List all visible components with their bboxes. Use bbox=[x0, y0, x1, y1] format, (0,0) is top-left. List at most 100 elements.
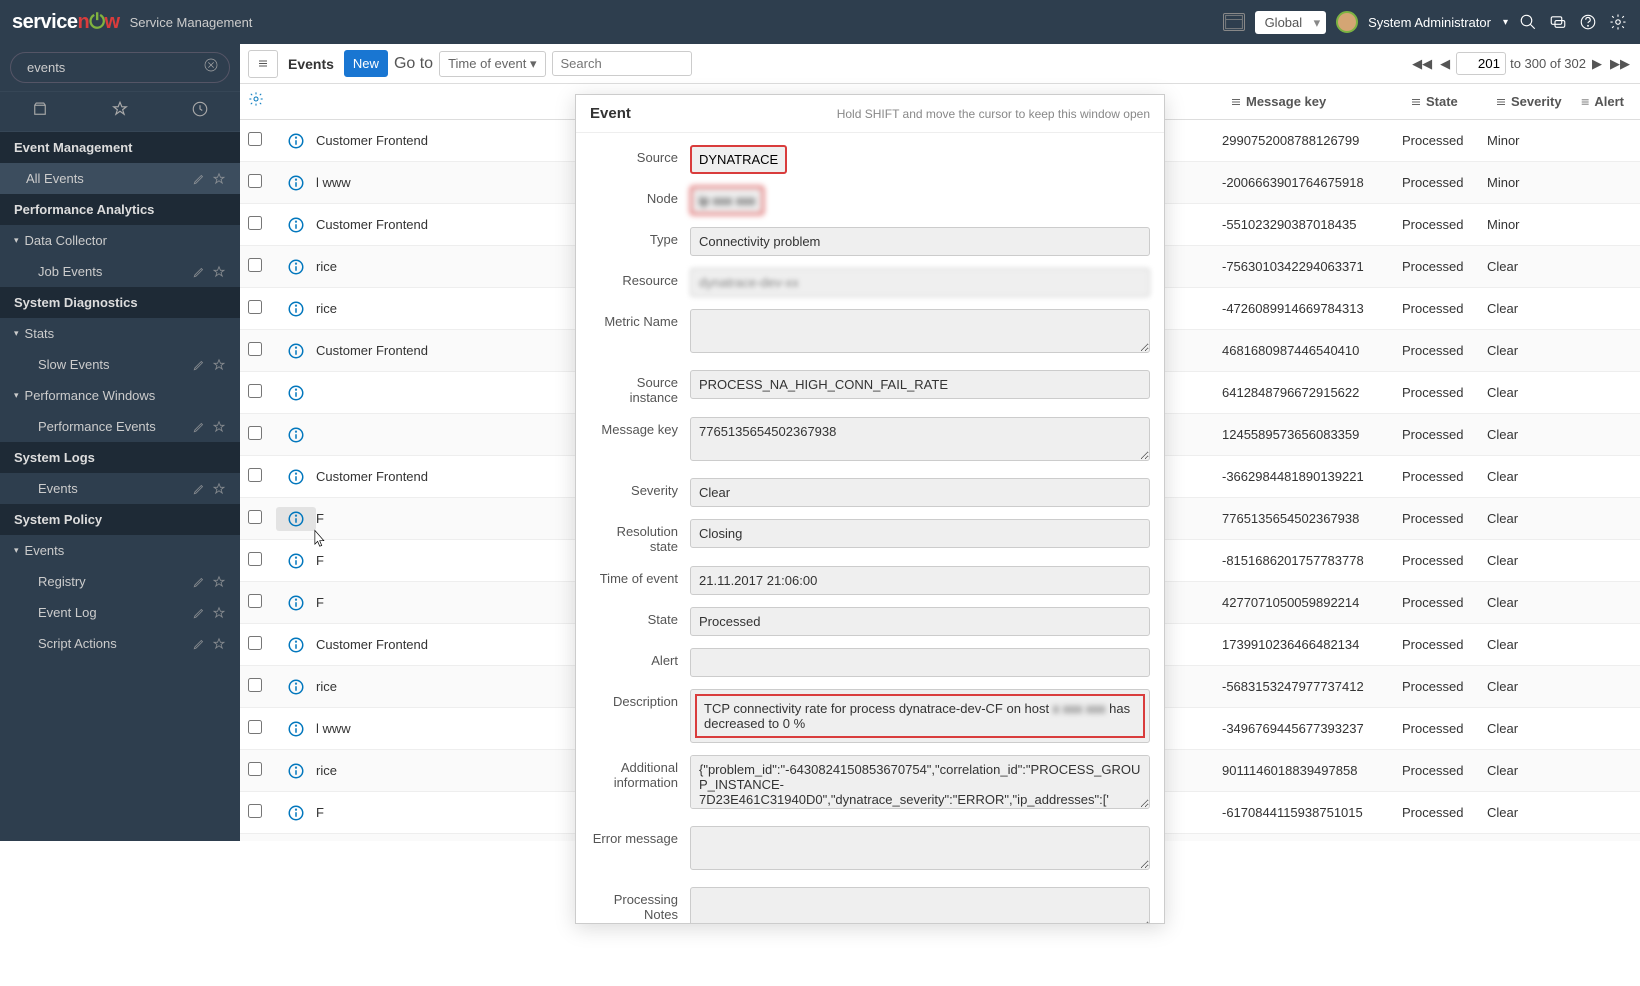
nav-item[interactable]: All Events bbox=[0, 163, 240, 194]
clear-icon[interactable] bbox=[203, 57, 219, 78]
row-checkbox[interactable] bbox=[248, 678, 276, 695]
row-checkbox[interactable] bbox=[248, 762, 276, 779]
nav-history-icon[interactable] bbox=[160, 92, 240, 131]
col-severity[interactable]: Severity bbox=[1487, 94, 1572, 109]
star-icon[interactable] bbox=[212, 482, 226, 496]
row-checkbox[interactable] bbox=[248, 342, 276, 359]
personalize-list-icon[interactable] bbox=[248, 91, 276, 112]
goto-search-input[interactable] bbox=[552, 51, 692, 76]
col-message-key[interactable]: Message key bbox=[1222, 94, 1402, 109]
cell-message-key: -3496769445677393237 bbox=[1222, 721, 1402, 736]
list-menu-icon[interactable] bbox=[248, 50, 278, 78]
row-preview-icon[interactable] bbox=[276, 300, 316, 318]
row-checkbox[interactable] bbox=[248, 804, 276, 821]
nav-item[interactable]: Stats bbox=[0, 318, 240, 349]
row-preview-icon[interactable] bbox=[276, 552, 316, 570]
nav-item[interactable]: Data Collector bbox=[0, 225, 240, 256]
row-checkbox[interactable] bbox=[248, 132, 276, 149]
row-checkbox[interactable] bbox=[248, 594, 276, 611]
row-preview-icon[interactable] bbox=[276, 258, 316, 276]
star-icon[interactable] bbox=[212, 172, 226, 186]
search-icon[interactable] bbox=[1518, 12, 1538, 32]
row-checkbox[interactable] bbox=[248, 468, 276, 485]
star-icon[interactable] bbox=[212, 637, 226, 651]
edit-icon[interactable] bbox=[192, 637, 206, 651]
row-checkbox[interactable] bbox=[248, 510, 276, 527]
cell-state: Processed bbox=[1402, 175, 1487, 190]
nav-item[interactable]: Registry bbox=[0, 566, 240, 597]
star-icon[interactable] bbox=[212, 420, 226, 434]
avatar[interactable] bbox=[1336, 11, 1358, 33]
col-state[interactable]: State bbox=[1402, 94, 1487, 109]
field-label-type: Type bbox=[590, 227, 690, 256]
star-icon[interactable] bbox=[212, 606, 226, 620]
cell-message-key: 6412848796672915622 bbox=[1222, 385, 1402, 400]
nav-item[interactable]: Performance Windows bbox=[0, 380, 240, 411]
page-first-icon[interactable]: ◀◀ bbox=[1410, 54, 1434, 74]
nav-favorites-icon[interactable] bbox=[80, 92, 160, 131]
row-preview-icon[interactable] bbox=[276, 174, 316, 192]
user-menu-caret[interactable]: ▾ bbox=[1503, 17, 1508, 28]
star-icon[interactable] bbox=[212, 265, 226, 279]
row-preview-icon[interactable] bbox=[276, 426, 316, 444]
row-preview-icon[interactable] bbox=[276, 594, 316, 612]
edit-icon[interactable] bbox=[192, 420, 206, 434]
page-next-icon[interactable]: ▶ bbox=[1590, 54, 1604, 74]
row-preview-icon[interactable] bbox=[276, 342, 316, 360]
row-preview-icon[interactable] bbox=[276, 678, 316, 696]
new-button[interactable]: New bbox=[344, 50, 388, 77]
nav-item[interactable]: Script Actions bbox=[0, 628, 240, 659]
row-checkbox[interactable] bbox=[248, 258, 276, 275]
row-checkbox[interactable] bbox=[248, 300, 276, 317]
nav-filter[interactable] bbox=[10, 52, 230, 83]
nav-filter-input[interactable] bbox=[27, 60, 203, 75]
row-preview-icon[interactable] bbox=[276, 216, 316, 234]
nav-item[interactable]: Performance Events bbox=[0, 411, 240, 442]
row-checkbox[interactable] bbox=[248, 552, 276, 569]
row-preview-icon[interactable] bbox=[276, 636, 316, 654]
row-checkbox[interactable] bbox=[248, 384, 276, 401]
row-preview-icon[interactable] bbox=[276, 507, 316, 531]
page-prev-icon[interactable]: ◀ bbox=[1438, 54, 1452, 74]
edit-icon[interactable] bbox=[192, 482, 206, 496]
app-scope-icon[interactable] bbox=[1223, 13, 1245, 31]
edit-icon[interactable] bbox=[192, 606, 206, 620]
gear-icon[interactable] bbox=[1608, 12, 1628, 32]
row-preview-icon[interactable] bbox=[276, 762, 316, 780]
row-preview-icon[interactable] bbox=[276, 132, 316, 150]
field-value-desc-container: TCP connectivity rate for process dynatr… bbox=[690, 689, 1150, 743]
help-icon[interactable] bbox=[1578, 12, 1598, 32]
star-icon[interactable] bbox=[212, 575, 226, 589]
nav-all-apps-icon[interactable] bbox=[0, 92, 80, 131]
goto-field-select[interactable]: Time of event ▾ bbox=[439, 51, 545, 77]
cell-message-key: 4681680987446540410 bbox=[1222, 343, 1402, 358]
nav-item[interactable]: Slow Events bbox=[0, 349, 240, 380]
row-checkbox[interactable] bbox=[248, 174, 276, 191]
user-name[interactable]: System Administrator bbox=[1368, 15, 1491, 30]
chat-icon[interactable] bbox=[1548, 12, 1568, 32]
row-checkbox[interactable] bbox=[248, 216, 276, 233]
nav-item[interactable]: Events bbox=[0, 473, 240, 504]
nav-item[interactable]: Events bbox=[0, 535, 240, 566]
page-current-input[interactable] bbox=[1456, 52, 1506, 75]
nav-item[interactable]: Job Events bbox=[0, 256, 240, 287]
row-preview-icon[interactable] bbox=[276, 468, 316, 486]
page-last-icon[interactable]: ▶▶ bbox=[1608, 54, 1632, 74]
row-checkbox[interactable] bbox=[248, 720, 276, 737]
row-checkbox[interactable] bbox=[248, 636, 276, 653]
edit-icon[interactable] bbox=[192, 172, 206, 186]
row-checkbox[interactable] bbox=[248, 426, 276, 443]
col-alert[interactable]: Alert bbox=[1572, 94, 1632, 109]
update-set-select[interactable]: Global bbox=[1255, 11, 1327, 34]
cell-state: Processed bbox=[1402, 805, 1487, 820]
row-preview-icon[interactable] bbox=[276, 720, 316, 738]
edit-icon[interactable] bbox=[192, 358, 206, 372]
field-label-severity: Severity bbox=[590, 478, 690, 507]
edit-icon[interactable] bbox=[192, 265, 206, 279]
cell-severity: Clear bbox=[1487, 469, 1572, 484]
edit-icon[interactable] bbox=[192, 575, 206, 589]
row-preview-icon[interactable] bbox=[276, 804, 316, 822]
star-icon[interactable] bbox=[212, 358, 226, 372]
nav-item[interactable]: Event Log bbox=[0, 597, 240, 628]
row-preview-icon[interactable] bbox=[276, 384, 316, 402]
